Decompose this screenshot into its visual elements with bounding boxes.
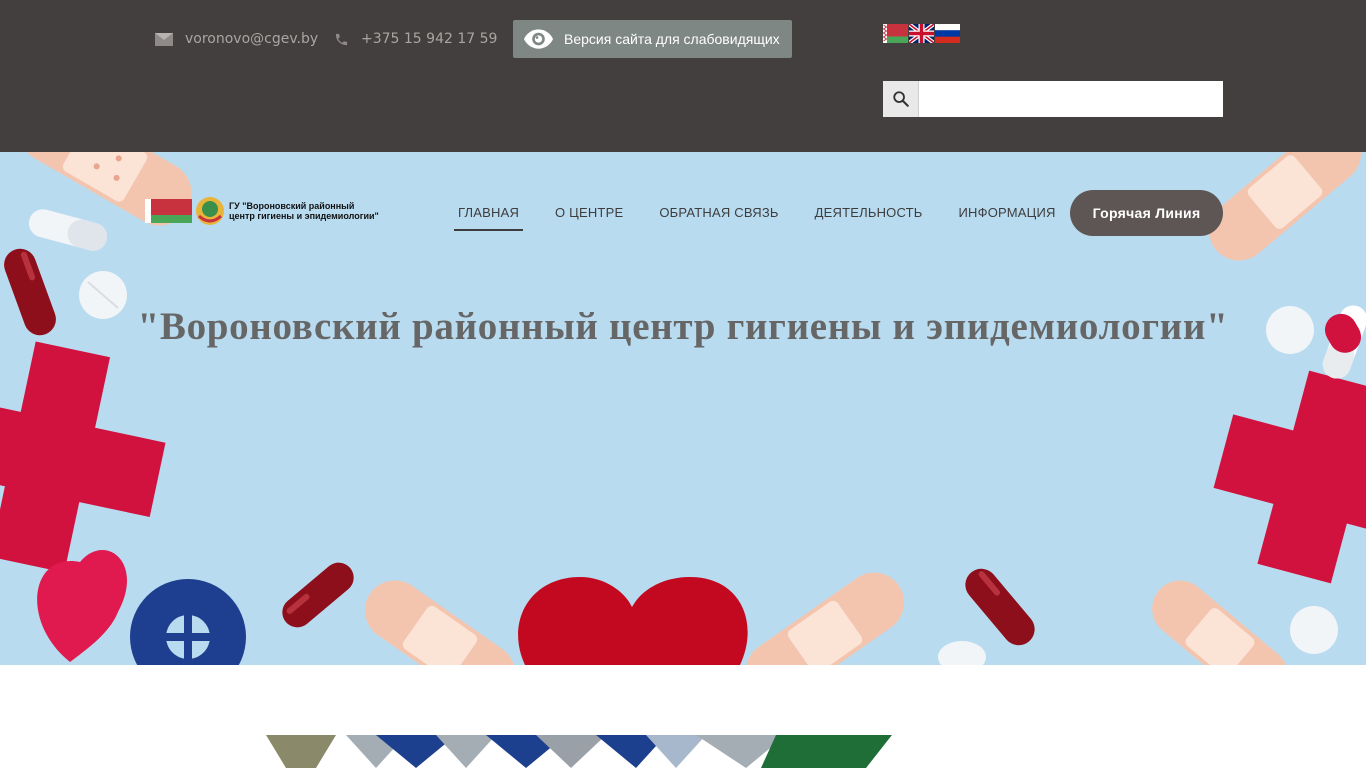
flag-uk-icon[interactable] xyxy=(909,24,934,43)
envelope-icon xyxy=(155,32,173,46)
phone-text: +375 15 942 17 59 xyxy=(361,31,498,47)
email-text: voronovo@cgev.by xyxy=(185,31,319,47)
flag-russia-icon[interactable] xyxy=(935,24,960,43)
low-vision-version-label: Версия сайта для слабовидящих xyxy=(564,31,780,47)
search-input[interactable] xyxy=(919,81,1223,117)
nav-item-information[interactable]: ИНФОРМАЦИЯ xyxy=(941,200,1074,232)
nav-item-home[interactable]: ГЛАВНАЯ xyxy=(440,200,537,232)
eye-icon xyxy=(523,29,554,49)
email-contact[interactable]: voronovo@cgev.by xyxy=(155,31,318,47)
magnifier-icon xyxy=(892,91,909,107)
nav-item-about[interactable]: О ЦЕНТРЕ xyxy=(537,200,641,232)
logo-text: ГУ "Вороновский районный центр гигиены и… xyxy=(229,201,379,221)
phone-contact[interactable]: +375 15 942 17 59 xyxy=(334,31,497,47)
belarus-emblem-icon xyxy=(196,197,224,225)
phone-icon xyxy=(334,32,349,47)
banner-strip-image xyxy=(266,735,892,768)
flag-belarus-icon[interactable] xyxy=(883,24,908,43)
main-navigation: ГЛАВНАЯ О ЦЕНТРЕ ОБРАТНАЯ СВЯЗЬ ДЕЯТЕЛЬН… xyxy=(440,200,1074,232)
top-bar: voronovo@cgev.by +375 15 942 17 59 Верси… xyxy=(0,0,1366,152)
nav-item-activity[interactable]: ДЕЯТЕЛЬНОСТЬ xyxy=(797,200,941,232)
low-vision-version-button[interactable]: Версия сайта для слабовидящих xyxy=(513,20,792,58)
nav-item-feedback[interactable]: ОБРАТНАЯ СВЯЗЬ xyxy=(641,200,796,232)
language-switcher xyxy=(883,24,960,43)
search-form xyxy=(883,81,1223,117)
search-button[interactable] xyxy=(883,81,919,117)
hotline-button[interactable]: Горячая Линия xyxy=(1070,190,1223,236)
hero-banner: ГУ "Вороновский районный центр гигиены и… xyxy=(0,152,1366,665)
belarus-flag-icon xyxy=(145,199,192,223)
site-logo[interactable]: ГУ "Вороновский районный центр гигиены и… xyxy=(145,196,379,226)
hero-title: "Вороновский районный центр гигиены и эп… xyxy=(137,305,1229,348)
